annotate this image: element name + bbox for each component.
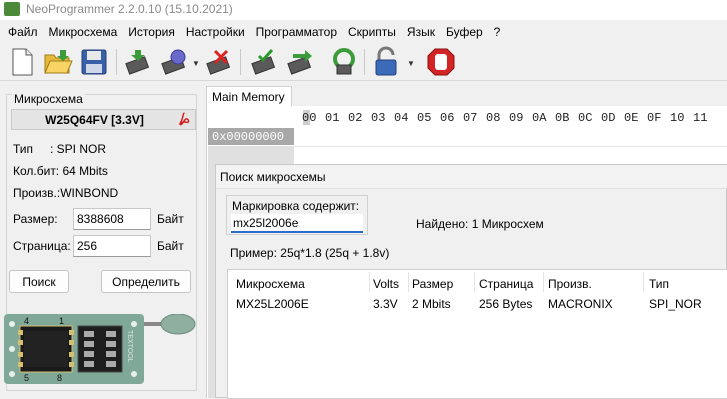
hex-col: 0B xyxy=(555,111,570,125)
new-file-icon[interactable] xyxy=(6,46,38,78)
chip-size-bits: Кол.бит: 64 Mbits xyxy=(13,164,108,178)
search-button[interactable]: Поиск xyxy=(9,270,69,293)
column-header-page[interactable]: Страница xyxy=(479,277,533,291)
column-header-manufacturer[interactable]: Произв. xyxy=(548,277,592,291)
menu-help[interactable]: ? xyxy=(490,22,508,42)
chip-search-input[interactable] xyxy=(231,214,363,233)
page-input[interactable]: 256 xyxy=(73,235,151,257)
hex-col: 06 xyxy=(440,111,455,125)
row-chip-name[interactable]: MX25L2006E xyxy=(236,297,309,311)
chip-panel: Микросхема W25Q64FV [3.3V] Тип : SPI NOR… xyxy=(0,82,203,398)
hex-col: 00 xyxy=(302,111,317,125)
address-header: 0x00000000 xyxy=(208,128,294,145)
pin-label-8: 8 xyxy=(57,373,62,383)
row-page[interactable]: 256 Bytes xyxy=(479,297,532,311)
tab-main-memory[interactable]: Main Memory xyxy=(206,86,292,107)
row-volts[interactable]: 3.3V xyxy=(373,297,398,311)
blank-check-icon[interactable] xyxy=(283,46,315,78)
erase-chip-icon[interactable] xyxy=(202,46,234,78)
hex-col: 05 xyxy=(417,111,432,125)
menu-file[interactable]: Файл xyxy=(4,22,45,42)
chip-group-title: Микросхема xyxy=(12,92,85,106)
hex-column-header: 00 01 02 03 04 05 06 07 08 09 0A 0B 0C 0… xyxy=(300,109,727,129)
hex-col: 0C xyxy=(578,111,593,125)
app-icon xyxy=(4,2,20,16)
stop-icon[interactable] xyxy=(425,46,457,78)
row-manufacturer[interactable]: MACRONIX xyxy=(548,297,613,311)
search-group: Маркировка содержит: xyxy=(226,195,368,235)
title-bar: NeoProgrammer 2.2.0.10 (15.10.2021) xyxy=(0,0,727,20)
hex-col: 04 xyxy=(394,111,409,125)
protect-lock-icon[interactable] xyxy=(370,46,402,78)
chip-name: W25Q64FV [3.3V] xyxy=(45,113,144,127)
menu-chip[interactable]: Микросхема xyxy=(45,22,125,42)
read-chip-icon[interactable] xyxy=(121,46,153,78)
chip-name-field: W25Q64FV [3.3V] xyxy=(11,109,196,130)
menu-history[interactable]: История xyxy=(124,22,182,42)
chip-type-value: : SPI NOR xyxy=(50,142,107,156)
menu-buffer[interactable]: Буфер xyxy=(442,22,490,42)
auto-program-icon[interactable] xyxy=(328,46,360,78)
pdf-datasheet-icon[interactable] xyxy=(177,112,192,127)
column-divider[interactable] xyxy=(474,272,475,292)
chip-type-label: Тип xyxy=(13,142,34,156)
protect-dropdown-arrow[interactable]: ▼ xyxy=(407,59,415,68)
chip-search-dialog: Поиск микросхемы Маркировка содержит: На… xyxy=(215,164,727,399)
board-text: TEXTOOL xyxy=(126,330,133,363)
hex-col: 08 xyxy=(486,111,501,125)
menu-bar: Файл Микросхема История Настройки Програ… xyxy=(0,22,727,42)
size-label: Размер: xyxy=(13,212,58,226)
column-divider[interactable] xyxy=(408,272,409,292)
hex-col: 0A xyxy=(532,111,547,125)
save-icon[interactable] xyxy=(78,46,110,78)
column-header-type[interactable]: Тип xyxy=(649,277,669,291)
pin-label-5: 5 xyxy=(24,373,29,383)
dialog-title: Поиск микросхемы xyxy=(216,165,727,189)
detect-button[interactable]: Определить xyxy=(101,270,191,293)
row-size[interactable]: 2 Mbits xyxy=(412,297,451,311)
column-header-volts[interactable]: Volts xyxy=(373,277,399,291)
hex-col: 10 xyxy=(670,111,685,125)
page-unit: Байт xyxy=(157,239,184,253)
size-input[interactable]: 8388608 xyxy=(73,208,151,230)
column-divider[interactable] xyxy=(369,272,370,292)
page-label: Страница: xyxy=(13,239,71,253)
pin-label-4: 4 xyxy=(24,316,29,326)
column-header-size[interactable]: Размер xyxy=(412,277,453,291)
found-count: Найдено: 1 Микросхем xyxy=(416,217,544,231)
menu-language[interactable]: Язык xyxy=(403,22,442,42)
chip-manufacturer: Произв.:WINBOND xyxy=(13,186,119,200)
verify-chip-icon[interactable] xyxy=(157,46,189,78)
window-title: NeoProgrammer 2.2.0.10 (15.10.2021) xyxy=(26,2,233,16)
hex-col: 11 xyxy=(693,111,708,125)
size-unit: Байт xyxy=(157,212,184,226)
hex-col: 07 xyxy=(463,111,478,125)
hex-col: 0F xyxy=(647,111,662,125)
menu-programmer[interactable]: Программатор xyxy=(252,22,344,42)
hex-row-divider xyxy=(294,146,727,147)
results-table[interactable]: Микросхема Volts Размер Страница Произв.… xyxy=(227,269,727,399)
hex-col: 02 xyxy=(348,111,363,125)
hex-col: 0D xyxy=(601,111,616,125)
socket-adapter-image: 4 1 5 8 TEXTOOL xyxy=(4,314,196,384)
column-divider[interactable] xyxy=(643,272,644,292)
menu-scripts[interactable]: Скрипты xyxy=(344,22,403,42)
example-hint: Пример: 25q*1.8 (25q + 1.8v) xyxy=(230,246,390,260)
column-header-chip[interactable]: Микросхема xyxy=(236,277,305,291)
row-type[interactable]: SPI_NOR xyxy=(649,297,702,311)
toolbar: ▼ ▼ xyxy=(0,43,727,81)
menu-settings[interactable]: Настройки xyxy=(182,22,252,42)
search-label: Маркировка содержит: xyxy=(232,199,360,213)
column-divider[interactable] xyxy=(543,272,544,292)
hex-col: 03 xyxy=(371,111,386,125)
write-chip-icon[interactable] xyxy=(247,46,279,78)
pin-label-1: 1 xyxy=(59,316,64,326)
verify-dropdown-arrow[interactable]: ▼ xyxy=(192,59,200,68)
open-folder-icon[interactable] xyxy=(42,46,74,78)
hex-col: 01 xyxy=(325,111,340,125)
hex-col: 0E xyxy=(624,111,639,125)
hex-col: 09 xyxy=(509,111,524,125)
